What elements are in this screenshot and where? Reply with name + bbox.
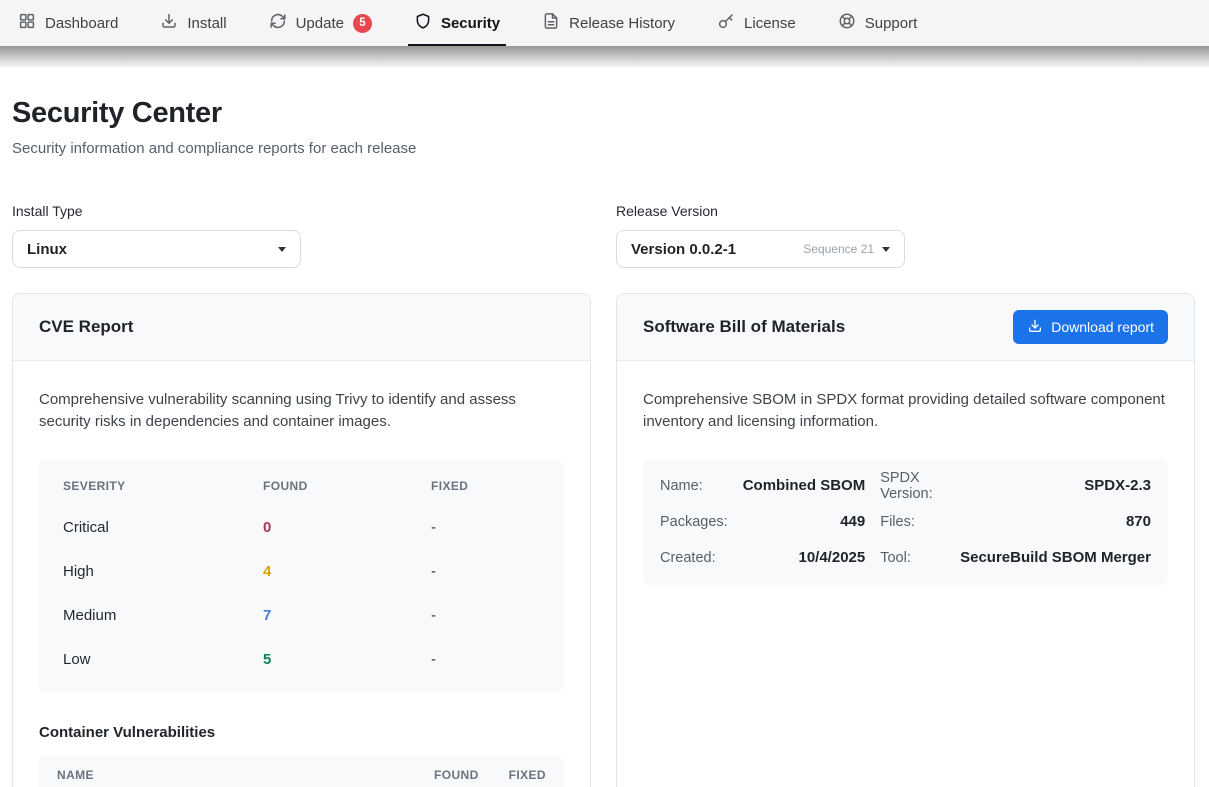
fixed-value: - <box>431 563 540 580</box>
download-report-button[interactable]: Download report <box>1013 310 1168 344</box>
file-text-icon <box>542 12 560 34</box>
severity-table-header: Severity Found Fixed <box>39 466 564 506</box>
sbom-card-body: Comprehensive SBOM in SPDX format provid… <box>617 361 1194 613</box>
release-version-filter: Release Version Version 0.0.2-1 Sequence… <box>616 203 1195 268</box>
sbom-card-title: Software Bill of Materials <box>643 317 845 337</box>
nav-label: Dashboard <box>45 15 118 32</box>
sbom-packages-label: Packages: <box>660 504 728 540</box>
table-row-low: Low 5 - <box>39 638 564 682</box>
sbom-name-value: Combined SBOM <box>743 468 866 504</box>
col-severity: Severity <box>63 479 263 493</box>
install-type-select[interactable]: Linux <box>12 230 301 268</box>
found-value: 5 <box>263 651 431 668</box>
sbom-created-value: 10/4/2025 <box>743 540 866 576</box>
table-row-medium: Medium 7 - <box>39 594 564 638</box>
table-row-critical: Critical 0 - <box>39 506 564 550</box>
sbom-tool-label: Tool: <box>880 540 945 576</box>
download-report-label: Download report <box>1051 319 1154 335</box>
nav-label: License <box>744 15 796 32</box>
nav-label: Release History <box>569 15 675 32</box>
download-icon <box>1027 318 1043 337</box>
sbom-description: Comprehensive SBOM in SPDX format provid… <box>643 389 1168 433</box>
sbom-tool-value: SecureBuild SBOM Merger <box>960 540 1151 576</box>
nav-item-update[interactable]: Update 5 <box>269 0 372 46</box>
severity-label: Medium <box>63 607 263 624</box>
nav-label: Install <box>187 15 226 32</box>
nav-label: Security <box>441 15 500 32</box>
release-version-select[interactable]: Version 0.0.2-1 Sequence 21 <box>616 230 905 268</box>
sbom-card: Software Bill of Materials Download repo… <box>616 293 1195 787</box>
header-scroll-shadow <box>0 46 1209 68</box>
found-value: 4 <box>263 563 431 580</box>
chevron-down-icon <box>882 247 890 252</box>
col-found: Found <box>263 479 431 493</box>
sbom-created-label: Created: <box>660 540 728 576</box>
sbom-spdx-label: SPDX Version: <box>880 468 945 504</box>
main-content: Security Center Security information and… <box>0 97 1209 787</box>
nav-item-dashboard[interactable]: Dashboard <box>18 0 118 46</box>
shield-icon <box>414 12 432 34</box>
fixed-value: - <box>431 651 540 668</box>
install-type-value: Linux <box>27 241 67 258</box>
found-value: 0 <box>263 519 431 536</box>
cve-report-card: CVE Report Comprehensive vulnerability s… <box>12 293 591 787</box>
fixed-value: - <box>431 519 540 536</box>
dashboard-icon <box>18 12 36 34</box>
release-version-value: Version 0.0.2-1 <box>631 241 736 258</box>
release-sequence-label: Sequence 21 <box>803 242 874 256</box>
table-row-high: High 4 - <box>39 550 564 594</box>
severity-table: Severity Found Fixed Critical 0 - High 4… <box>39 460 564 692</box>
cve-card-body: Comprehensive vulnerability scanning usi… <box>13 361 590 787</box>
found-value: 7 <box>263 607 431 624</box>
severity-label: High <box>63 563 263 580</box>
nav-label: Update <box>296 15 344 32</box>
severity-label: Low <box>63 651 263 668</box>
cve-card-header: CVE Report <box>13 294 590 361</box>
col-name: Name <box>57 768 404 782</box>
cve-description: Comprehensive vulnerability scanning usi… <box>39 389 564 433</box>
container-vulnerabilities-title: Container Vulnerabilities <box>39 724 564 741</box>
top-navigation: Dashboard Install Update 5 Security Rele… <box>0 0 1209 46</box>
sbom-name-label: Name: <box>660 468 728 504</box>
nav-item-license[interactable]: License <box>717 0 796 46</box>
nav-item-support[interactable]: Support <box>838 0 918 46</box>
install-type-filter: Install Type Linux <box>12 203 591 268</box>
nav-item-release-history[interactable]: Release History <box>542 0 675 46</box>
lifebuoy-icon <box>838 12 856 34</box>
cve-card-title: CVE Report <box>39 317 133 337</box>
sbom-details-table: Name: Combined SBOM SPDX Version: SPDX-2… <box>643 459 1168 585</box>
fixed-value: - <box>431 607 540 624</box>
page-title: Security Center <box>12 97 1195 130</box>
chevron-down-icon <box>278 247 286 252</box>
refresh-icon <box>269 12 287 34</box>
sbom-packages-value: 449 <box>743 504 866 540</box>
nav-label: Support <box>865 15 918 32</box>
nav-item-security[interactable]: Security <box>414 0 500 46</box>
severity-label: Critical <box>63 519 263 536</box>
release-version-label: Release Version <box>616 203 1195 219</box>
download-icon <box>160 12 178 34</box>
sbom-files-value: 870 <box>960 504 1151 540</box>
col-found: Found <box>434 768 479 782</box>
update-count-badge: 5 <box>353 14 372 33</box>
sbom-files-label: Files: <box>880 504 945 540</box>
install-type-label: Install Type <box>12 203 591 219</box>
key-icon <box>717 12 735 34</box>
sbom-card-header: Software Bill of Materials Download repo… <box>617 294 1194 361</box>
col-fixed: Fixed <box>509 768 546 782</box>
col-fixed: Fixed <box>431 479 540 493</box>
sbom-spdx-value: SPDX-2.3 <box>960 468 1151 504</box>
nav-item-install[interactable]: Install <box>160 0 226 46</box>
container-vulnerabilities-header: Name Found Fixed <box>39 756 564 787</box>
page-subtitle: Security information and compliance repo… <box>12 140 1195 157</box>
cards-row: CVE Report Comprehensive vulnerability s… <box>12 293 1195 787</box>
filters-row: Install Type Linux Release Version Versi… <box>12 203 1195 268</box>
